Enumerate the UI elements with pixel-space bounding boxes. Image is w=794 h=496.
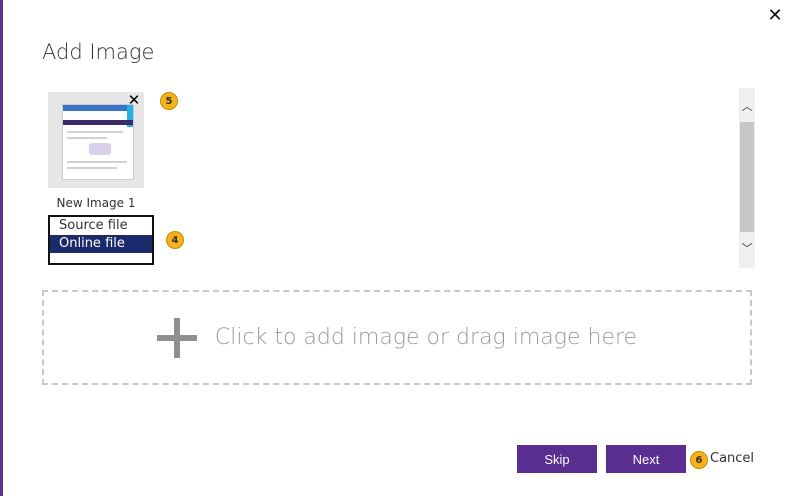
plus-icon [156,317,197,358]
dropdown-option-source-file[interactable]: Source file [50,217,152,235]
dialog-title: Add Image [42,40,155,64]
image-dropzone[interactable]: Click to add image or drag image here [42,290,752,385]
image-preview [62,104,134,180]
scroll-down-button[interactable]: ﹀ [739,240,755,256]
scroll-up-button[interactable]: ︿ [739,98,755,114]
step-badge-4: 4 [166,231,184,249]
left-accent-bar [0,0,3,496]
cancel-link[interactable]: Cancel [710,451,754,466]
dropzone-text: Click to add image or drag image here [214,325,638,350]
images-scrollbar[interactable]: ︿ ﹀ [739,88,755,268]
chevron-up-icon: ︿ [741,100,753,113]
source-dropdown[interactable]: Source file Online file [48,215,154,265]
skip-button[interactable]: Skip [517,445,597,473]
close-icon: ✕ [767,4,783,26]
step-badge-6: 6 [690,451,708,469]
close-dialog-button[interactable]: ✕ [764,4,786,26]
remove-image-button[interactable]: ✕ [126,91,142,109]
scroll-thumb[interactable] [740,122,754,232]
next-button[interactable]: Next [606,445,686,473]
close-icon: ✕ [127,91,141,109]
chevron-down-icon: ﹀ [741,242,753,255]
image-caption: New Image 1 [56,196,136,210]
dropdown-option-online-file[interactable]: Online file [50,235,152,253]
step-badge-5: 5 [160,92,178,110]
